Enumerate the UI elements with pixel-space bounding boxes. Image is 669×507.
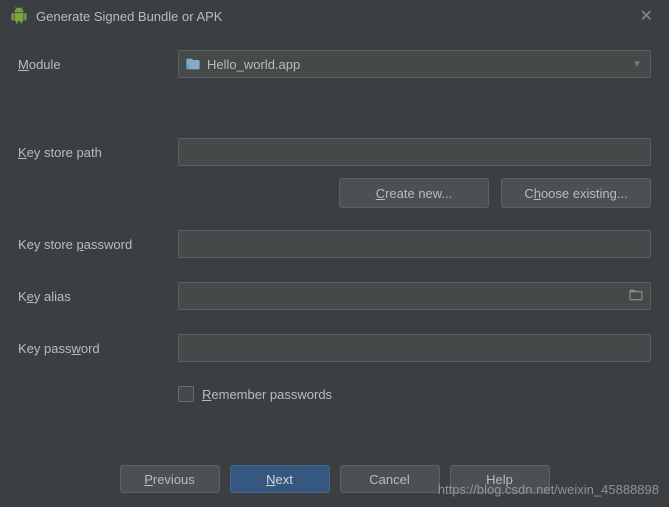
key-password-row: Key password	[18, 334, 651, 362]
keystore-password-label: Key store password	[18, 237, 178, 252]
module-select[interactable]: Hello_world.app ▼	[178, 50, 651, 78]
keystore-password-input[interactable]	[178, 230, 651, 258]
titlebar: Generate Signed Bundle or APK ✕	[0, 0, 669, 32]
android-icon	[10, 7, 28, 25]
folder-icon	[185, 56, 201, 72]
key-password-label: Key password	[18, 341, 178, 356]
browse-folder-icon[interactable]	[628, 287, 644, 306]
module-row: Module Hello_world.app ▼	[18, 50, 651, 78]
remember-row: Remember passwords	[178, 386, 651, 402]
module-value: Hello_world.app	[207, 57, 300, 72]
keystore-password-row: Key store password	[18, 230, 651, 258]
keystore-path-input[interactable]	[178, 138, 651, 166]
footer-buttons: Previous Next Cancel Help	[0, 465, 669, 493]
choose-existing-button[interactable]: Choose existing...	[501, 178, 651, 208]
key-alias-row: Key alias	[18, 282, 651, 310]
create-new-button[interactable]: Create new...	[339, 178, 489, 208]
cancel-button[interactable]: Cancel	[340, 465, 440, 493]
keystore-path-row: Key store path	[18, 138, 651, 166]
chevron-down-icon: ▼	[632, 59, 642, 70]
remember-label: Remember passwords	[202, 387, 332, 402]
key-alias-label: Key alias	[18, 289, 178, 304]
help-button[interactable]: Help	[450, 465, 550, 493]
previous-button[interactable]: Previous	[120, 465, 220, 493]
keystore-button-row: Create new... Choose existing...	[18, 178, 651, 208]
module-label: Module	[18, 57, 178, 72]
next-button[interactable]: Next	[230, 465, 330, 493]
window-title: Generate Signed Bundle or APK	[36, 9, 222, 24]
close-icon[interactable]: ✕	[634, 6, 659, 26]
remember-checkbox[interactable]	[178, 386, 194, 402]
keystore-path-label: Key store path	[18, 145, 178, 160]
key-password-input[interactable]	[178, 334, 651, 362]
key-alias-input[interactable]	[178, 282, 651, 310]
dialog-content: Module Hello_world.app ▼ Key store path …	[0, 32, 669, 402]
